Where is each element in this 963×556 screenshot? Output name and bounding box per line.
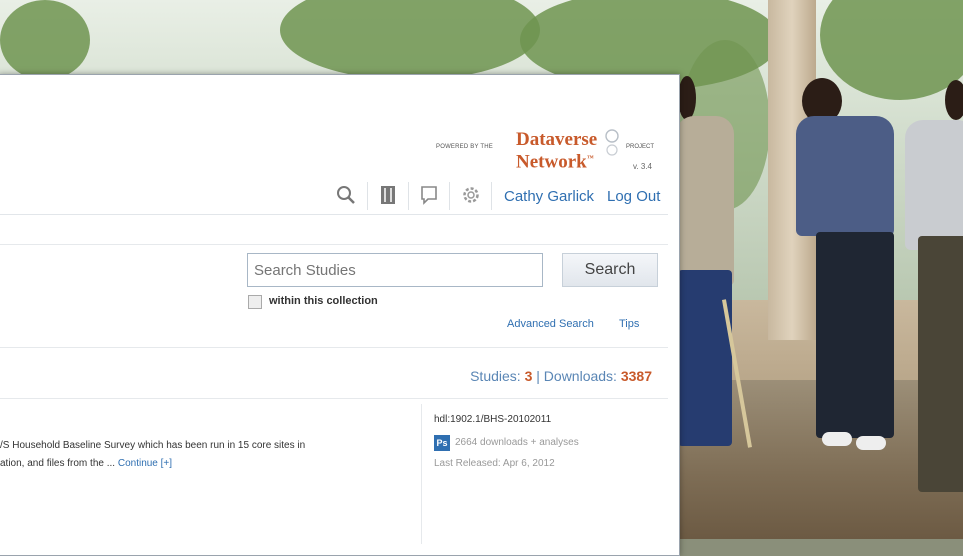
bookmark-icon[interactable] [377, 184, 399, 206]
advanced-search-link[interactable]: Advanced Search [507, 318, 594, 330]
study-description: /S Household Baseline Survey which has b… [0, 440, 306, 451]
project-label: PROJECT [626, 144, 655, 150]
logout-link[interactable]: Log Out [607, 188, 660, 205]
continue-link[interactable]: Continue [+] [118, 458, 172, 469]
downloads-count: 3387 [620, 368, 652, 384]
study-description-continued: ation, and files from the ... Continue [… [0, 458, 173, 469]
logo-rings-icon [605, 129, 619, 156]
stats-summary: Studies: 3 | Downloads: 3387 [470, 368, 652, 384]
release-date: Last Released: Apr 6, 2012 [434, 458, 555, 469]
user-toolbar: Cathy Garlick Log Out [0, 178, 668, 215]
comment-icon[interactable] [418, 184, 440, 206]
search-icon[interactable] [335, 184, 357, 206]
version-label: v. 3.4 [633, 162, 652, 171]
search-input[interactable] [247, 253, 543, 287]
brand-name: Dataverse Network™ [516, 129, 598, 173]
search-button[interactable]: Search [562, 253, 658, 287]
search-panel: Search within this collection Advanced S… [0, 244, 668, 348]
stats-bar: Studies: 3 | Downloads: 3387 [0, 352, 668, 399]
powered-by-label: POWERED BY THE [436, 144, 493, 150]
within-collection-checkbox[interactable] [248, 295, 262, 309]
gear-icon[interactable] [460, 184, 482, 206]
studies-count: 3 [524, 368, 533, 384]
analysis-icon: Ps [434, 435, 450, 451]
dataverse-logo: POWERED BY THE Dataverse Network™ PROJEC… [436, 128, 672, 180]
study-meta: hdl:1902.1/BHS-20102011 Ps 2664 download… [421, 404, 666, 544]
user-name-link[interactable]: Cathy Garlick [504, 188, 594, 205]
download-count: 2664 downloads + analyses [455, 437, 579, 448]
study-handle-link[interactable]: hdl:1902.1/BHS-20102011 [434, 414, 551, 425]
tips-link[interactable]: Tips [619, 318, 639, 330]
within-collection-label: within this collection [269, 295, 378, 307]
